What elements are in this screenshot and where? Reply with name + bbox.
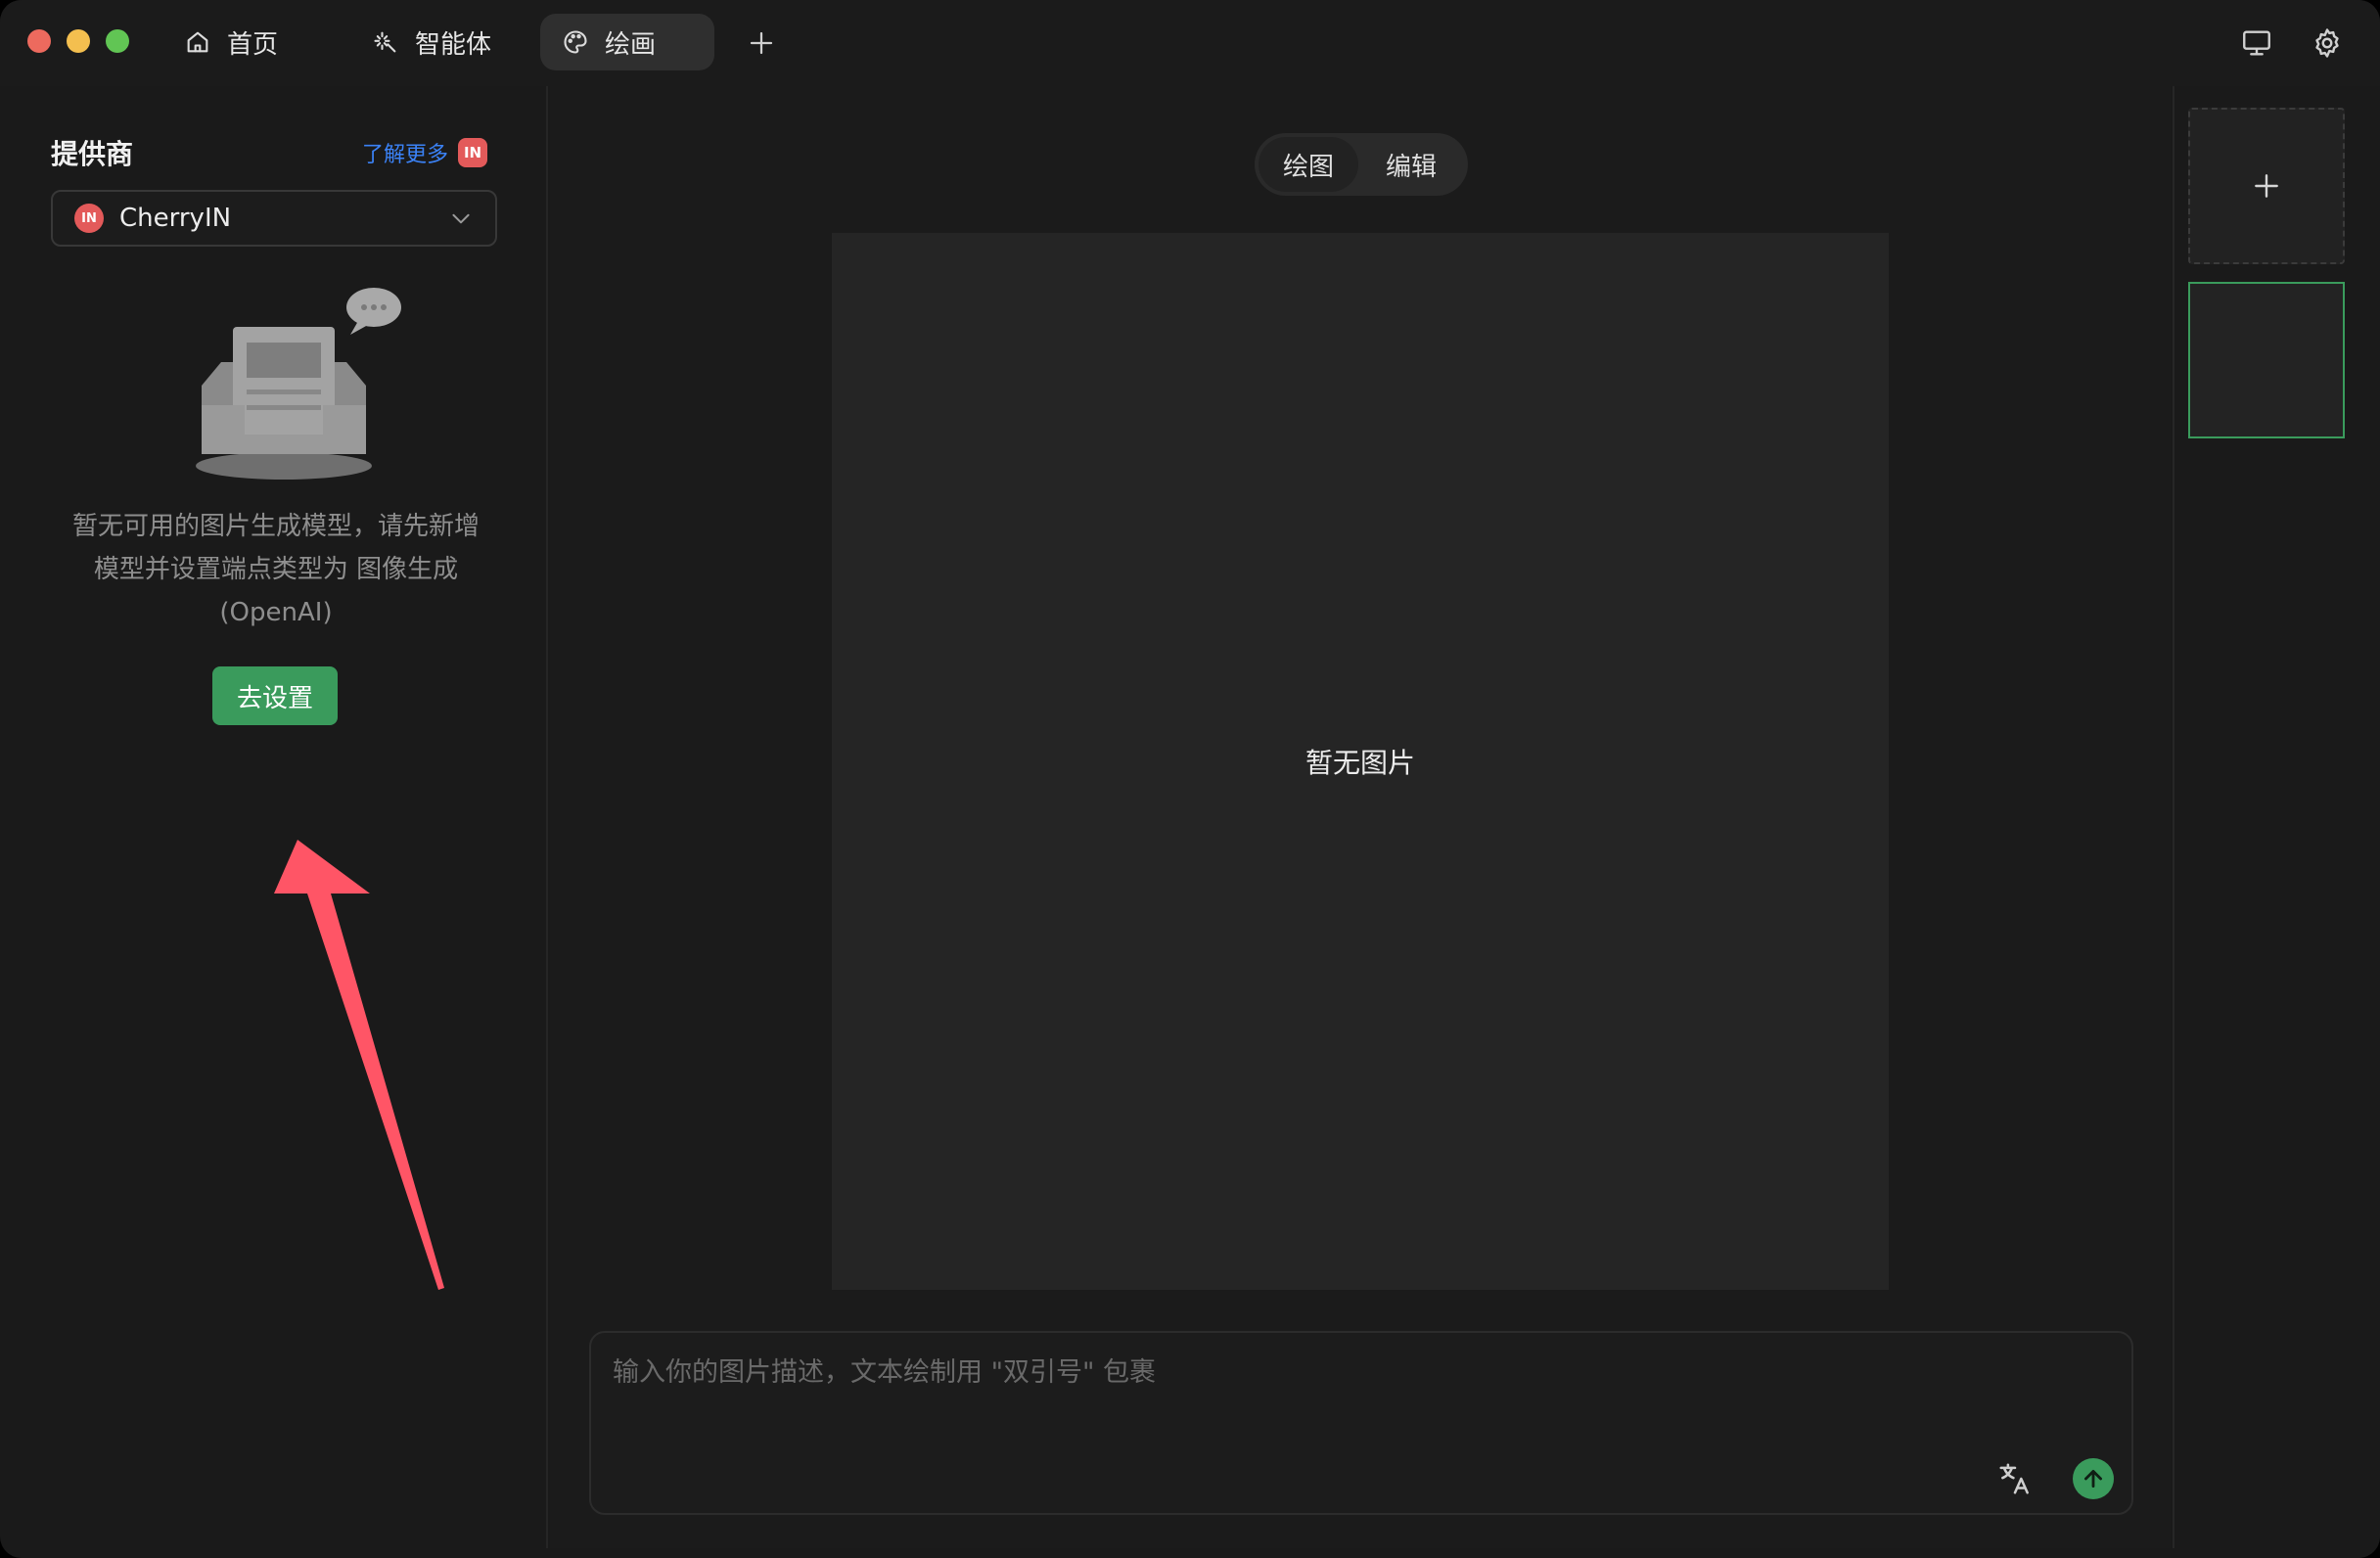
maximize-window-button[interactable]	[106, 29, 129, 53]
mode-switch: 绘图 编辑	[1255, 133, 1468, 196]
minimize-window-button[interactable]	[67, 29, 90, 53]
no-image-text: 暂无图片	[1304, 747, 1415, 779]
settings-button[interactable]	[2308, 23, 2347, 63]
empty-inbox-illustration	[196, 288, 401, 480]
tab-label: 智能体	[415, 29, 492, 60]
plus-icon	[2255, 174, 2278, 198]
provider-logo: IN	[74, 204, 104, 233]
new-tab-button[interactable]	[740, 22, 783, 65]
app-window: 首页 智能体 绘画 提供商 了解更多 IN IN CherryIN 暂无可用的图…	[0, 0, 2380, 1558]
provider-panel: 提供商 了解更多 IN IN CherryIN 暂无可用的图片生成模型，请先新增…	[10, 86, 548, 1548]
empty-models-message: 暂无可用的图片生成模型，请先新增模型并设置端点类型为 图像生成 (OpenAI)	[71, 512, 480, 627]
palette-icon	[564, 30, 587, 54]
translate-button[interactable]	[1994, 1458, 2036, 1499]
provider-select[interactable]: IN CherryIN	[51, 190, 497, 247]
send-button[interactable]	[2073, 1458, 2114, 1499]
tab-label: 绘画	[605, 29, 657, 60]
home-icon	[187, 31, 208, 53]
image-list-panel	[2173, 86, 2380, 1548]
image-thumbnail-selected[interactable]	[2188, 282, 2345, 438]
title-bar: 首页 智能体 绘画	[0, 0, 2380, 86]
learn-more-link[interactable]: 了解更多 IN	[362, 137, 488, 168]
arrow-up-icon	[2084, 1470, 2102, 1488]
gear-icon	[2315, 28, 2339, 58]
annotation-arrow	[274, 840, 444, 1290]
tab-paint[interactable]: 绘画	[540, 14, 714, 70]
provider-badge: IN	[458, 138, 488, 167]
tab-home[interactable]: 首页	[162, 14, 299, 70]
display-button[interactable]	[2237, 23, 2276, 63]
provider-title: 提供商	[51, 138, 134, 170]
tab-label: 首页	[227, 29, 279, 60]
tab-draw[interactable]: 绘图	[1259, 137, 1358, 192]
chevron-down-icon	[452, 213, 470, 224]
sparkle-icon	[374, 31, 396, 53]
learn-more-label: 了解更多	[362, 143, 449, 167]
paint-workspace: 绘图 编辑 暂无图片	[550, 86, 2171, 1548]
translate-icon	[1999, 1463, 2029, 1494]
tab-agents[interactable]: 智能体	[350, 14, 513, 70]
tab-edit[interactable]: 编辑	[1358, 137, 1464, 192]
image-canvas: 暂无图片	[832, 233, 1889, 1290]
add-image-button[interactable]	[2188, 108, 2345, 264]
provider-select-value: CherryIN	[119, 204, 232, 233]
close-window-button[interactable]	[27, 29, 51, 53]
monitor-icon	[2243, 30, 2270, 56]
prompt-box	[589, 1331, 2133, 1515]
plus-icon	[750, 31, 773, 55]
prompt-input[interactable]	[613, 1351, 2081, 1394]
go-settings-button[interactable]: 去设置	[212, 666, 338, 725]
